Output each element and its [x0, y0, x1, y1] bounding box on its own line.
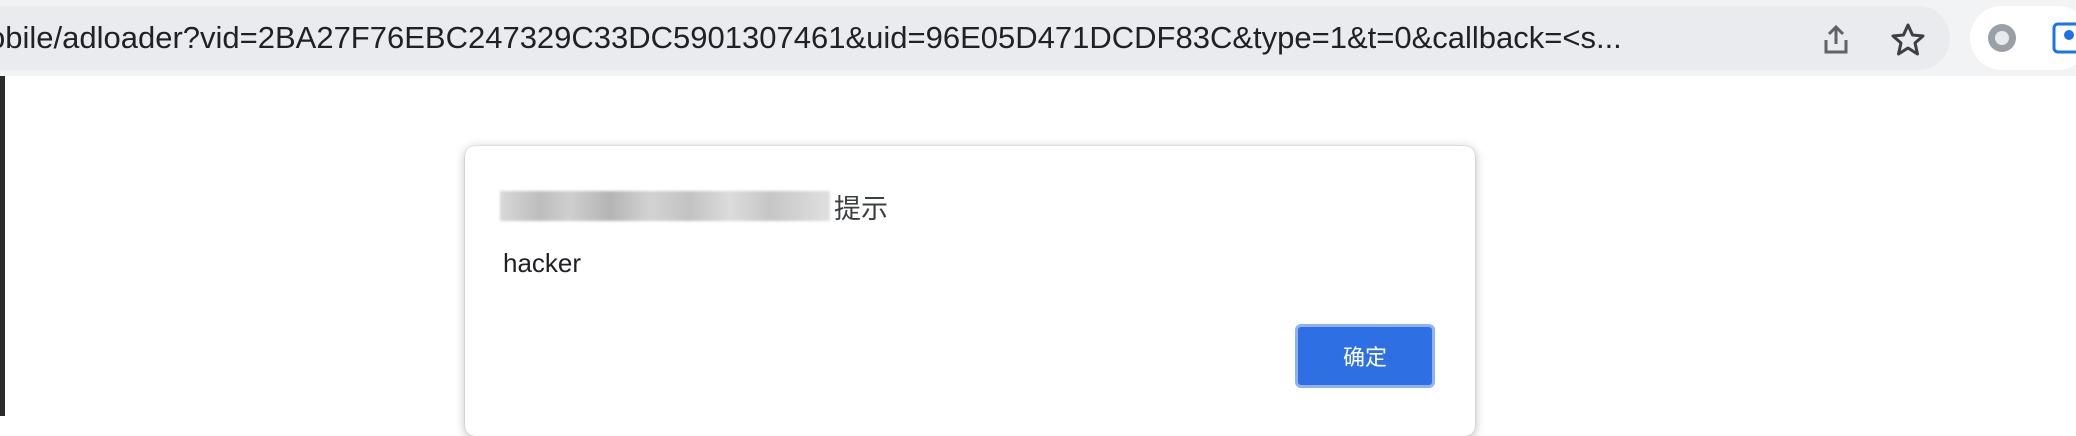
ok-button[interactable]: 确定 — [1295, 324, 1435, 388]
browser-toolbar: obile/adloader?vid=2BA27F76EBC247329C33D… — [0, 0, 2076, 76]
page-content: 提示 hacker 确定 — [5, 76, 2076, 436]
address-bar[interactable]: obile/adloader?vid=2BA27F76EBC247329C33D… — [0, 6, 1950, 70]
bookmark-star-icon[interactable] — [1886, 18, 1930, 62]
alert-dialog: 提示 hacker 确定 — [465, 146, 1475, 436]
redacted-host-text — [500, 191, 830, 221]
url-field[interactable]: obile/adloader?vid=2BA27F76EBC247329C33D… — [0, 17, 1800, 59]
profile-icon[interactable] — [2048, 16, 2076, 60]
dialog-message: hacker — [503, 248, 582, 278]
dialog-title: 提示 — [500, 186, 888, 226]
extension-icon[interactable] — [1980, 16, 2024, 60]
share-icon[interactable] — [1814, 18, 1858, 62]
extensions-area — [1970, 6, 2076, 70]
url-text: obile/adloader?vid=2BA27F76EBC247329C33D… — [0, 20, 1622, 55]
dialog-title-suffix: 提示 — [834, 193, 888, 225]
